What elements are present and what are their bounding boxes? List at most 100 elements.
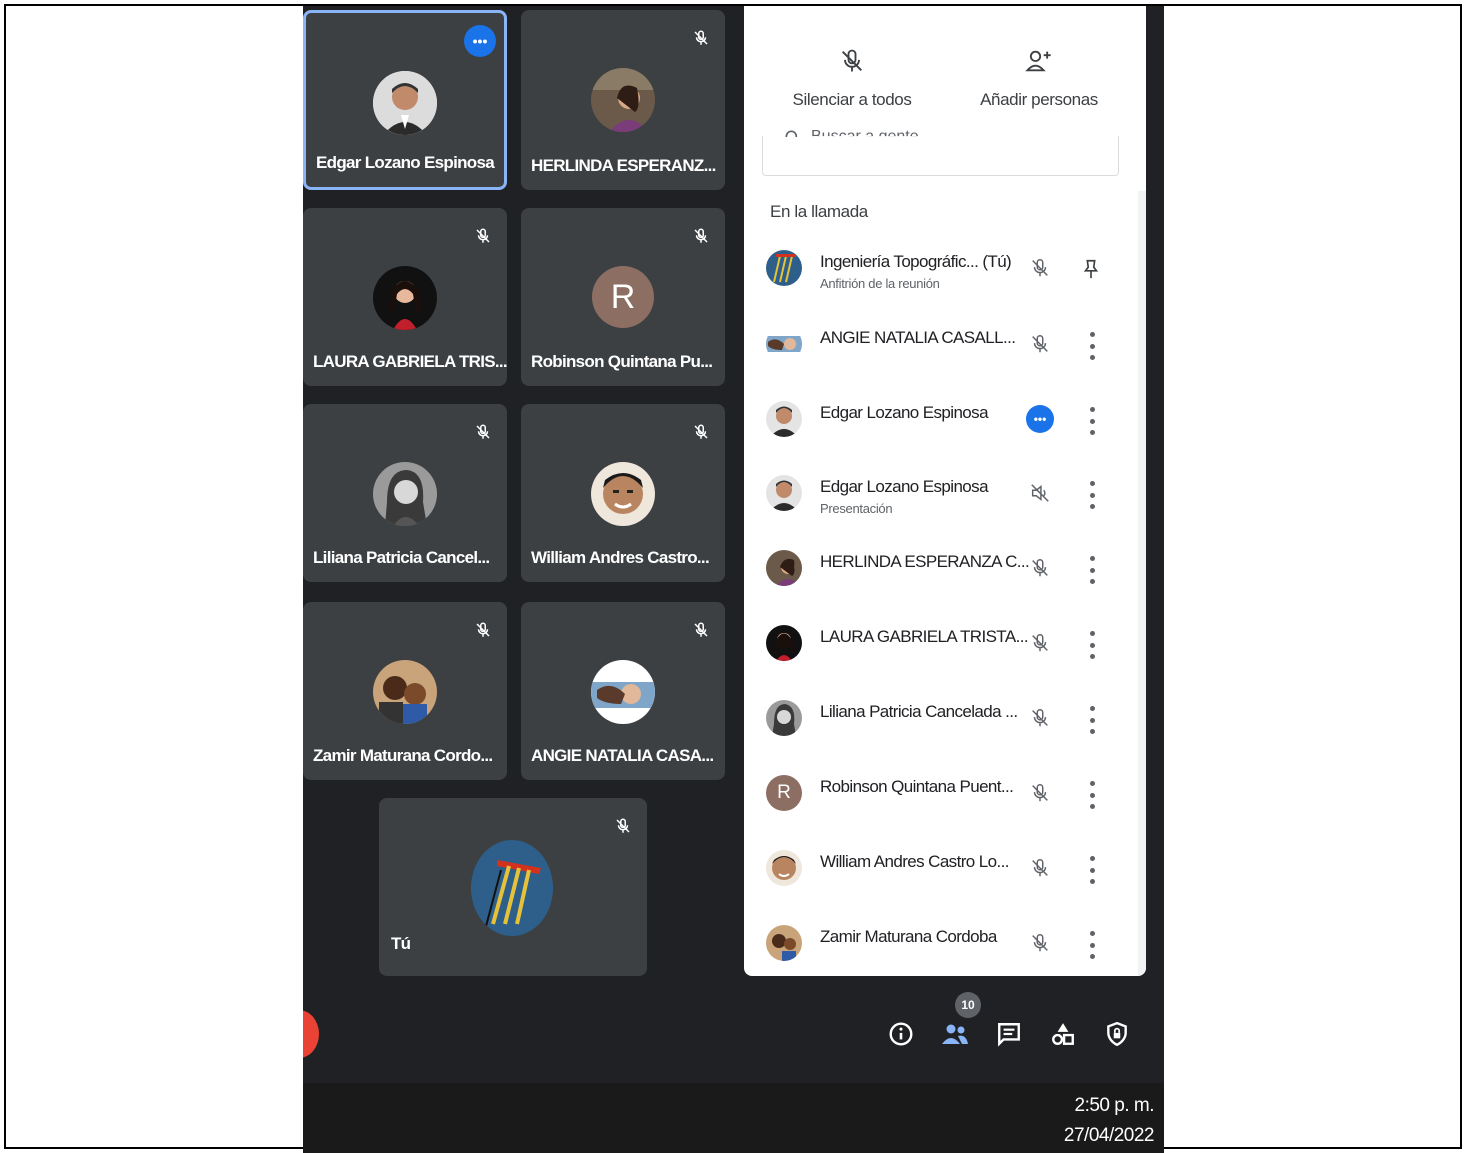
meeting-window: ••• Edgar Lozano Espinosa HERLINDA ESPER… <box>303 6 1164 1153</box>
more-options-icon[interactable]: ••• <box>1026 405 1054 433</box>
mic-off-icon <box>1026 554 1054 582</box>
mic-off-icon <box>687 418 715 446</box>
activities-icon <box>1052 1023 1074 1045</box>
info-button[interactable] <box>885 1018 917 1050</box>
avatar <box>373 462 437 526</box>
volume-off-icon <box>1026 479 1054 507</box>
participant-row[interactable]: R Robinson Quintana Puent... <box>764 767 1124 827</box>
pin-icon[interactable] <box>1080 256 1102 287</box>
taskbar <box>303 1083 1164 1153</box>
avatar <box>766 250 802 286</box>
more-options-icon[interactable] <box>1086 481 1098 509</box>
more-options-icon[interactable] <box>1086 856 1098 884</box>
participant-name: Robinson Quintana Puent... <box>820 777 1014 796</box>
avatar-initial: R <box>766 775 802 811</box>
more-options-icon[interactable] <box>1086 556 1098 584</box>
participant-row[interactable]: William Andres Castro Lo... <box>764 842 1124 902</box>
mic-off-icon <box>1026 629 1054 657</box>
participant-role: Presentación <box>820 501 893 516</box>
participant-row[interactable]: ANGIE NATALIA CASALL... <box>764 318 1124 378</box>
video-tile-william[interactable]: William Andres Castro... <box>521 404 725 582</box>
participant-name: Liliana Patricia Cancelada ... <box>820 702 1018 721</box>
tile-name: Edgar Lozano Espinosa <box>316 153 495 172</box>
end-call-button[interactable] <box>303 1010 319 1058</box>
more-options-icon[interactable] <box>1086 407 1098 435</box>
info-icon <box>889 1022 913 1046</box>
chat-button[interactable] <box>993 1018 1025 1050</box>
activities-button[interactable] <box>1047 1018 1079 1050</box>
avatar <box>766 625 802 661</box>
video-tile-edgar[interactable]: ••• Edgar Lozano Espinosa <box>303 10 507 190</box>
avatar <box>591 68 655 132</box>
system-clock[interactable]: 2:50 p. m. 27/04/2022 <box>1063 1091 1155 1151</box>
video-tile-self[interactable]: Tú <box>379 798 647 976</box>
more-options-icon[interactable] <box>1086 332 1098 360</box>
mic-off-icon <box>687 222 715 250</box>
safety-button[interactable] <box>1101 1018 1133 1050</box>
participant-row[interactable]: Zamir Maturana Cordoba <box>764 917 1124 976</box>
video-tile-laura[interactable]: LAURA GABRIELA TRIS... <box>303 208 507 386</box>
avatar <box>766 475 802 511</box>
avatar <box>471 840 553 936</box>
mic-off-icon <box>687 24 715 52</box>
people-icon <box>942 1024 968 1044</box>
more-options-icon[interactable] <box>1086 631 1098 659</box>
participant-name: LAURA GABRIELA TRISTA... <box>820 627 1029 646</box>
more-options-icon[interactable] <box>1086 781 1098 809</box>
participant-role: Anfitrión de la reunión <box>820 276 940 291</box>
mic-off-icon <box>1026 929 1054 957</box>
avatar <box>373 266 437 330</box>
video-tile-zamir[interactable]: Zamir Maturana Cordo... <box>303 602 507 780</box>
search-people-input[interactable]: Buscar a gente <box>762 128 1119 176</box>
more-options-icon[interactable] <box>1086 706 1098 734</box>
avatar-initial: R <box>592 266 654 328</box>
participant-name: William Andres Castro Lo... <box>820 852 1009 871</box>
video-tile-liliana[interactable]: Liliana Patricia Cancel... <box>303 404 507 582</box>
participant-name: HERLINDA ESPERANZA C... <box>820 552 1030 571</box>
more-options-icon[interactable]: ••• <box>464 25 496 57</box>
clock-time: 2:50 p. m. <box>1074 1095 1155 1116</box>
participant-row[interactable]: Edgar Lozano Espinosa ••• <box>764 393 1124 453</box>
avatar <box>591 660 655 724</box>
participant-name: Ingeniería Topográfic... (Tú) <box>820 252 1012 271</box>
avatar <box>766 700 802 736</box>
participant-row[interactable]: Liliana Patricia Cancelada ... <box>764 692 1124 752</box>
avatar <box>766 401 802 437</box>
search-placeholder: Buscar a gente <box>811 128 919 145</box>
people-button[interactable] <box>939 1018 971 1050</box>
participant-row[interactable]: Ingeniería Topográfic... (Tú) Anfitrión … <box>764 242 1124 302</box>
clock-date: 27/04/2022 <box>1063 1125 1155 1146</box>
participant-row[interactable]: Edgar Lozano Espinosa Presentación <box>764 467 1124 527</box>
scrollbar[interactable] <box>1138 191 1146 976</box>
mic-off-icon <box>469 222 497 250</box>
tile-name: William Andres Castro... <box>531 548 710 567</box>
tile-name: Zamir Maturana Cordo... <box>313 746 493 765</box>
in-call-heading: En la llamada <box>770 202 868 221</box>
mute-all-label: Silenciar a todos <box>792 90 912 109</box>
avatar <box>591 462 655 526</box>
participant-name: Zamir Maturana Cordoba <box>820 927 997 946</box>
participant-row[interactable]: LAURA GABRIELA TRISTA... <box>764 617 1124 677</box>
tile-name: HERLINDA ESPERANZ... <box>531 156 716 175</box>
add-people-button[interactable]: Añadir personas <box>972 46 1106 110</box>
video-tile-angie[interactable]: ANGIE NATALIA CASA... <box>521 602 725 780</box>
mic-off-icon <box>469 616 497 644</box>
participant-name: Edgar Lozano Espinosa <box>820 403 989 422</box>
mute-all-button[interactable]: Silenciar a todos <box>782 46 922 110</box>
tile-name: ANGIE NATALIA CASA... <box>531 746 714 765</box>
mic-off-icon <box>842 49 862 72</box>
more-options-icon[interactable] <box>1086 931 1098 959</box>
avatar <box>766 326 802 362</box>
mic-off-icon <box>609 812 637 840</box>
avatar <box>373 71 437 135</box>
tile-name: Liliana Patricia Cancel... <box>313 548 490 567</box>
video-tile-herlinda[interactable]: HERLINDA ESPERANZ... <box>521 10 725 190</box>
avatar <box>766 550 802 586</box>
add-person-icon <box>1025 50 1051 72</box>
video-tile-robinson[interactable]: R Robinson Quintana Pu... <box>521 208 725 386</box>
mic-off-icon <box>1026 779 1054 807</box>
participant-row[interactable]: HERLINDA ESPERANZA C... <box>764 542 1124 602</box>
shield-lock-icon <box>1107 1021 1127 1047</box>
tile-name: Tú <box>391 934 411 953</box>
mic-off-icon <box>469 418 497 446</box>
